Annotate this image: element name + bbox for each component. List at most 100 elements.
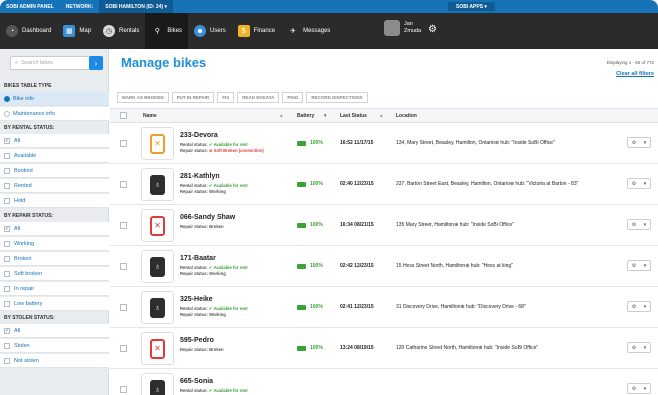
- gear-icon: ⚙: [631, 139, 637, 146]
- repair-status-value: Working: [209, 189, 226, 194]
- row-checkbox[interactable]: [120, 304, 127, 311]
- nav-label: Messages: [303, 28, 331, 34]
- users-icon: ☻: [194, 25, 207, 37]
- ping-button[interactable]: PING: [282, 92, 304, 103]
- sobi-apps-menu[interactable]: SOBI APPS ▾: [448, 2, 495, 11]
- rental-filter-all[interactable]: ✓ All: [0, 134, 109, 148]
- rental-status-label: Rental status:: [180, 388, 208, 393]
- select-all-checkbox[interactable]: [120, 112, 127, 119]
- record-inspections-button[interactable]: RECORD INSPECTIONS: [306, 92, 368, 103]
- stolen-filter-all[interactable]: ✓ All: [0, 324, 109, 338]
- table-row[interactable]: ✕ 066-Sandy Shaw Repair status: Broken 100%…: [110, 205, 658, 246]
- column-name[interactable]: Name: [143, 109, 157, 122]
- option-label: Maintenance info: [13, 110, 55, 117]
- filter-sidebar: ⌕ Search bikes › BIKES TABLE TYPE Bike i…: [0, 49, 109, 395]
- repair-filter-all[interactable]: ✓ All: [0, 222, 109, 236]
- clear-filters-link[interactable]: Clear all filters: [616, 71, 654, 77]
- stolen-filter-not-stolen[interactable]: Not stolen: [0, 354, 109, 368]
- fix-button[interactable]: FIX: [217, 92, 235, 103]
- rental-filter-rented[interactable]: Rented: [0, 179, 109, 193]
- table-type-maintenance[interactable]: Maintenance info: [0, 107, 109, 121]
- repair-status-label: Repair status:: [180, 148, 208, 153]
- table-row[interactable]: ✕ 595-Pedro Repair status: Broken 100% 13:24…: [110, 328, 658, 369]
- network-selector[interactable]: SOBI HAMILTON (ID: 24) ▾: [99, 0, 174, 13]
- column-location[interactable]: Location: [396, 109, 417, 122]
- bike-name[interactable]: 595-Pedro: [180, 337, 214, 344]
- read-nvdata-button[interactable]: READ NVDATA: [237, 92, 280, 103]
- row-actions-menu[interactable]: ⚙ ▾: [627, 137, 651, 148]
- row-actions-menu[interactable]: ⚙ ▾: [627, 383, 651, 394]
- bike-name[interactable]: 281-Kathlyn: [180, 173, 220, 180]
- row-actions-menu[interactable]: ⚙ ▾: [627, 219, 651, 230]
- column-last-status[interactable]: Last Status: [340, 109, 367, 122]
- chevron-down-icon: ▾: [643, 262, 647, 269]
- table-row[interactable]: ✕ 233-Devora Rental status: ✔ Available fo…: [110, 123, 658, 164]
- nav-bikes[interactable]: ⚲ Bikes: [145, 13, 189, 49]
- search-button[interactable]: ›: [89, 56, 103, 70]
- row-checkbox[interactable]: [120, 386, 127, 393]
- search-input[interactable]: ⌕ Search bikes ›: [10, 56, 103, 70]
- rental-filter-hold[interactable]: Hold: [0, 194, 109, 208]
- check-icon: ✔: [208, 265, 213, 270]
- bike-thumbnail: ♁: [141, 168, 174, 201]
- rental-filter-booked[interactable]: Booked: [0, 164, 109, 178]
- rental-status-value: Available for rent: [213, 142, 248, 147]
- stolen-filter-stolen[interactable]: Stolen: [0, 339, 109, 353]
- bike-name[interactable]: 325-Heike: [180, 296, 213, 303]
- rental-status-value: Available for rent: [213, 265, 248, 270]
- option-label: Rented: [14, 182, 32, 189]
- nav-rentals[interactable]: ◷ Rentals: [97, 13, 145, 49]
- row-checkbox[interactable]: [120, 222, 127, 229]
- row-checkbox[interactable]: [120, 181, 127, 188]
- option-label: Low battery: [14, 300, 43, 307]
- row-checkbox[interactable]: [120, 263, 127, 270]
- check-icon: ✔: [208, 183, 213, 188]
- table-type-bike-info[interactable]: Bike info: [0, 92, 109, 106]
- table-row[interactable]: ♁ 171-Baatar Rental status: ✔ Available fo…: [110, 246, 658, 287]
- nav-dashboard[interactable]: ◔ Dashboard: [0, 13, 57, 49]
- sort-desc-icon[interactable]: ▾: [324, 109, 327, 122]
- repair-filter-low-battery[interactable]: Low battery: [0, 297, 109, 311]
- repair-status-label: Repair status:: [180, 224, 208, 229]
- gear-icon[interactable]: ⚙: [428, 24, 437, 35]
- rental-status-value: Available for rent: [213, 306, 248, 311]
- bike-marker-icon: ✕: [150, 215, 165, 236]
- mark-broken-button[interactable]: MARK AS BROKEN: [117, 92, 169, 103]
- nav-finance[interactable]: $ Finance: [232, 13, 281, 49]
- sort-icon[interactable]: ▴: [380, 109, 383, 122]
- put-in-repair-button[interactable]: PUT IN REPAIR: [171, 92, 215, 103]
- app-window: SOBI ADMIN PANEL NETWORK: SOBI HAMILTON …: [0, 0, 658, 395]
- user-last-name: Zmuda: [404, 28, 422, 34]
- row-actions-menu[interactable]: ⚙ ▾: [627, 178, 651, 189]
- repair-filter-soft-broken[interactable]: Soft broken: [0, 267, 109, 281]
- option-label: Stolen: [14, 342, 30, 349]
- column-battery[interactable]: Battery: [297, 109, 314, 122]
- table-row[interactable]: ♁ 325-Heike Rental status: ✔ Available for…: [110, 287, 658, 328]
- nav-users[interactable]: ☻ Users: [188, 13, 232, 49]
- repair-filter-broken[interactable]: Broken: [0, 252, 109, 266]
- repair-filter-working[interactable]: Working: [0, 237, 109, 251]
- repair-status-value: Broken: [209, 224, 224, 229]
- table-row[interactable]: ♁ 281-Kathlyn Rental status: ✔ Available f…: [110, 164, 658, 205]
- bike-name[interactable]: 665-Sonia: [180, 378, 213, 385]
- sort-icon[interactable]: ▴: [280, 109, 283, 122]
- row-actions-menu[interactable]: ⚙ ▾: [627, 260, 651, 271]
- nav-messages[interactable]: ✈ Messages: [281, 13, 336, 49]
- row-checkbox[interactable]: [120, 140, 127, 147]
- nav-map[interactable]: ▦ Map: [57, 13, 97, 49]
- dashboard-icon: ◔: [6, 25, 18, 37]
- checkbox-icon: [4, 182, 10, 189]
- bike-name[interactable]: 171-Baatar: [180, 255, 216, 262]
- table-row[interactable]: ♁ 665-Sonia Rental status: ✔ Available for…: [110, 369, 658, 395]
- bike-name[interactable]: 066-Sandy Shaw: [180, 214, 235, 221]
- user-menu[interactable]: Jan Zmuda: [384, 20, 421, 36]
- battery-value: 100%: [310, 181, 323, 187]
- row-actions-menu[interactable]: ⚙ ▾: [627, 301, 651, 312]
- rentals-icon: ◷: [103, 25, 116, 37]
- option-label: Working: [14, 240, 35, 247]
- rental-filter-available[interactable]: Available: [0, 149, 109, 163]
- repair-filter-in-repair[interactable]: In repair: [0, 282, 109, 296]
- bike-name[interactable]: 233-Devora: [180, 132, 218, 139]
- row-actions-menu[interactable]: ⚙ ▾: [627, 342, 651, 353]
- row-checkbox[interactable]: [120, 345, 127, 352]
